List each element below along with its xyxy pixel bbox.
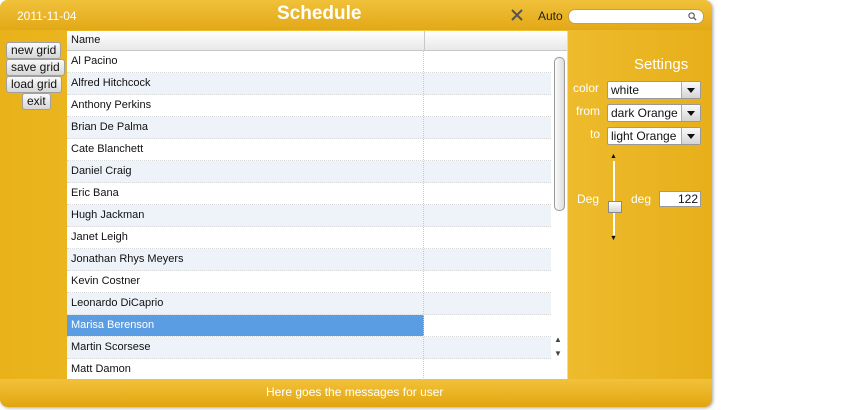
exit-button[interactable]: exit [22,93,51,110]
cell-empty[interactable] [425,249,551,270]
cell-empty[interactable] [425,227,551,248]
cell-empty[interactable] [425,293,551,314]
table-row[interactable]: Daniel Craig [67,161,551,183]
from-select[interactable]: dark Orange [607,104,701,122]
page-title: Schedule [277,3,362,24]
to-label: to [590,127,601,141]
save-grid-button[interactable]: save grid [6,59,65,76]
table-row[interactable]: Marisa Berenson [67,315,551,337]
cell-empty[interactable] [425,73,551,94]
cell-empty[interactable] [425,139,551,160]
deg-input[interactable]: 122 [659,191,701,207]
table-row[interactable]: Cate Blanchett [67,139,551,161]
cell-empty[interactable] [425,359,551,380]
clear-icon[interactable] [510,8,524,22]
table-row[interactable]: Martin Scorsese [67,337,551,359]
cell-name[interactable]: Jonathan Rhys Meyers [67,249,424,270]
table-row[interactable]: Alfred Hitchcock [67,73,551,95]
vertical-scrollbar[interactable]: ▲ ▼ [553,53,565,368]
cell-empty[interactable] [425,271,551,292]
auto-label: Auto [538,9,563,23]
cell-empty[interactable] [425,95,551,116]
title-bar: 2011-11-04 Schedule Auto [0,0,712,30]
cell-name[interactable]: Al Pacino [67,51,424,72]
degree-slider[interactable]: ▲ ▼ [608,153,622,243]
deg-label: deg [631,192,652,206]
table-row[interactable]: Janet Leigh [67,227,551,249]
to-select[interactable]: light Orange [607,127,701,145]
scroll-up-icon[interactable]: ▲ [554,335,562,344]
table-row[interactable]: Al Pacino [67,51,551,73]
from-label: from [576,104,600,118]
cell-name[interactable]: Martin Scorsese [67,337,424,358]
slider-track[interactable] [613,161,615,235]
settings-panel: Settings color white from dark Orange to… [568,31,712,379]
cell-empty[interactable] [425,337,551,358]
load-grid-button[interactable]: load grid [6,76,63,93]
chevron-down-icon[interactable] [681,128,700,144]
user-message: Here goes the messages for user [266,385,444,399]
cell-name[interactable]: Daniel Craig [67,161,424,182]
color-select[interactable]: white [607,81,701,99]
color-label: color [573,81,600,95]
table-row[interactable]: Kevin Costner [67,271,551,293]
data-grid: Name Al Pacino Alfred Hitchcock Anthony Pe… [67,31,568,381]
new-grid-button[interactable]: new grid [6,42,62,59]
cell-name[interactable]: Eric Bana [67,183,424,204]
cell-name[interactable]: Janet Leigh [67,227,424,248]
cell-name[interactable]: Alfred Hitchcock [67,73,424,94]
cell-name[interactable]: Kevin Costner [67,271,424,292]
app-window: 2011-11-04 Schedule Auto new grid save g… [0,0,712,407]
search-icon [688,12,697,21]
date-label: 2011-11-04 [17,9,77,23]
cell-name[interactable]: Matt Damon [67,359,424,380]
message-bar: Here goes the messages for user [0,379,712,407]
search-input[interactable] [568,9,704,24]
chevron-down-icon[interactable] [681,82,700,98]
grid-rows: Al Pacino Alfred Hitchcock Anthony Perkins… [67,51,551,381]
table-row[interactable]: Hugh Jackman [67,205,551,227]
cell-name[interactable]: Cate Blanchett [67,139,424,160]
cell-name[interactable]: Marisa Berenson [67,315,424,336]
cell-empty[interactable] [425,117,551,138]
column-header-label: Name [71,34,101,46]
settings-title: Settings [634,56,689,73]
from-select-value: dark Orange [611,106,678,120]
table-row[interactable]: Jonathan Rhys Meyers [67,249,551,271]
scroll-thumb[interactable] [554,57,565,211]
cell-empty[interactable] [425,315,551,336]
color-select-value: white [611,83,640,97]
table-row[interactable]: Brian De Palma [67,117,551,139]
table-row[interactable]: Anthony Perkins [67,95,551,117]
column-header-name[interactable]: Name [67,31,425,50]
cell-empty[interactable] [425,183,551,204]
to-select-value: light Orange [611,129,677,143]
cell-empty[interactable] [425,161,551,182]
scroll-down-icon[interactable]: ▼ [554,349,562,358]
chevron-down-icon[interactable] [681,105,700,121]
slider-up-icon[interactable]: ▲ [610,153,617,160]
slider-down-icon[interactable]: ▼ [610,235,617,242]
table-row[interactable]: Matt Damon [67,359,551,381]
table-row[interactable]: Eric Bana [67,183,551,205]
slider-handle[interactable] [608,201,622,213]
deg-side-label: Deg [577,192,600,206]
cell-name[interactable]: Anthony Perkins [67,95,424,116]
cell-name[interactable]: Hugh Jackman [67,205,424,226]
cell-empty[interactable] [425,205,551,226]
table-row[interactable]: Leonardo DiCaprio [67,293,551,315]
cell-empty[interactable] [425,51,551,72]
grid-header: Name [67,31,567,51]
cell-name[interactable]: Leonardo DiCaprio [67,293,424,314]
cell-name[interactable]: Brian De Palma [67,117,424,138]
